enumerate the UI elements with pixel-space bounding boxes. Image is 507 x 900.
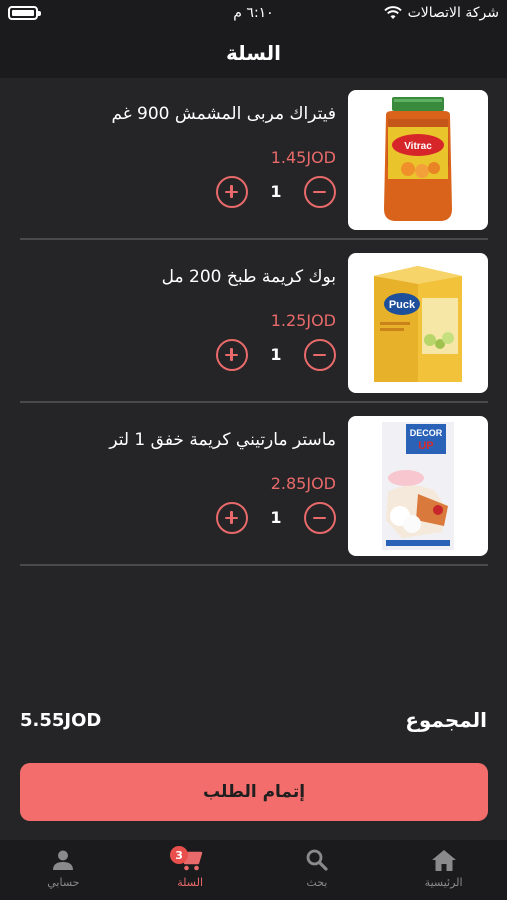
decor-brand-text-2: UP — [418, 440, 433, 452]
item-price: 1.45JOD — [270, 148, 336, 167]
tab-label: بحث — [306, 876, 328, 889]
decrease-quantity-button[interactable] — [304, 339, 336, 371]
person-icon — [51, 848, 75, 872]
tab-cart[interactable]: 3 السلة — [127, 840, 254, 900]
cream-brand-text: Puck — [389, 299, 416, 311]
tab-label: السلة — [177, 876, 203, 889]
cart-item: Vitrac فيتراك مربى المشمش 900 غم 1.45JOD… — [20, 78, 488, 240]
item-price: 1.25JOD — [270, 311, 336, 330]
status-bar: ٦:١٠ م شركة الاتصالات — [0, 0, 507, 28]
item-name: فيتراك مربى المشمش 900 غم — [111, 104, 336, 124]
cream-carton-image: Puck — [348, 253, 488, 393]
quantity-value: 1 — [270, 508, 282, 527]
decor-brand-text-1: DECOR — [410, 428, 443, 438]
home-icon — [431, 848, 457, 872]
item-name: ماستر مارتيني كريمة خفق 1 لتر — [109, 430, 336, 450]
tab-label: الرئيسية — [424, 876, 463, 889]
tab-home[interactable]: الرئيسية — [380, 840, 507, 900]
cart-item: Puck بوك كريمة طبخ 200 مل 1.25JOD 1 — [20, 241, 488, 403]
carrier-info: شركة الاتصالات — [383, 5, 499, 21]
increase-quantity-button[interactable] — [216, 339, 248, 371]
checkout-button[interactable]: إتمام الطلب — [20, 763, 488, 821]
tab-label: حسابي — [47, 876, 80, 889]
search-icon — [305, 848, 329, 872]
total-value: 5.55JOD — [20, 710, 102, 731]
quantity-stepper: 1 — [216, 176, 336, 210]
increase-quantity-button[interactable] — [216, 502, 248, 534]
jam-jar-image: Vitrac — [348, 90, 488, 230]
cart-count-badge: 3 — [170, 846, 189, 864]
whipping-cream-image: DECOR UP — [348, 416, 488, 556]
page-header: السلة — [0, 28, 507, 78]
tab-search[interactable]: بحث — [254, 840, 381, 900]
quantity-stepper: 1 — [216, 502, 336, 536]
item-name: بوك كريمة طبخ 200 مل — [161, 267, 336, 287]
bottom-tab-bar: حسابي 3 السلة بحث الرئيسية — [0, 840, 507, 900]
jam-brand-text: Vitrac — [404, 141, 432, 152]
quantity-stepper: 1 — [216, 339, 336, 373]
page-title: السلة — [225, 41, 281, 65]
item-price: 2.85JOD — [270, 474, 336, 493]
wifi-icon — [383, 6, 402, 20]
decrease-quantity-button[interactable] — [304, 176, 336, 208]
total-label: المجموع — [405, 708, 487, 732]
cart-item: DECOR UP ماستر مارتيني كريمة خفق 1 لتر 2… — [20, 404, 488, 566]
carrier-name: شركة الاتصالات — [407, 5, 499, 21]
decrease-quantity-button[interactable] — [304, 502, 336, 534]
quantity-value: 1 — [270, 345, 282, 364]
tab-account[interactable]: حسابي — [0, 840, 127, 900]
quantity-value: 1 — [270, 182, 282, 201]
increase-quantity-button[interactable] — [216, 176, 248, 208]
